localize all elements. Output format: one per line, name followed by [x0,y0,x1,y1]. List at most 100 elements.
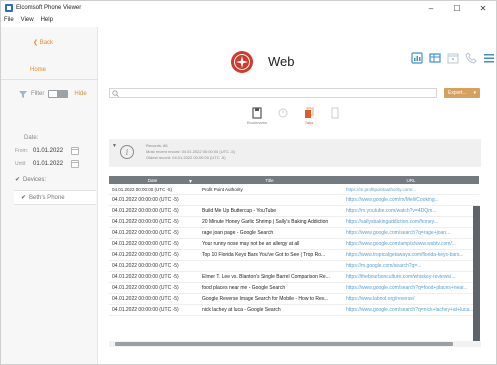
title-cell: Elmer T. Lee vs. Blanton's Single Barrel… [202,274,330,280]
title-cell: Profit Point Authority [202,186,243,192]
menu-list-icon[interactable] [483,52,495,64]
vertical-scrollbar[interactable] [473,206,480,341]
window-controls: – ☐ ✕ [418,1,496,15]
bookmark-icon [252,107,262,119]
home-link[interactable]: Home [30,67,46,73]
title-cell: 20 Minute Honey Garlic Shrimp | Sally's … [202,219,329,225]
title-bar: Elcomsoft Phone Viewer – ☐ ✕ [1,1,496,15]
date-cell: 04.01.2022 00:00:00 (UTC -5) [112,296,179,302]
date-title: Date: [24,135,39,141]
tabs-view-button[interactable]: Tabs [297,107,321,125]
until-date-field[interactable]: 01.01.2022 [33,161,71,167]
bookmarks-label: Bookmarks [246,120,267,125]
url-cell[interactable]: https://m.youtube.com/watch?v=4DQm... [343,208,479,214]
summary-text: Records: 86 Most recent record: 04.01.20… [146,143,235,161]
date-cell: 04.01.2022 00:00:00 (UTC -5) [112,230,179,236]
title-cell: rage joan page - Google Search [202,230,274,236]
table-row[interactable]: 04.01.2022 00:00:00 (UTC -5) Google Rever… [109,294,479,305]
menu-help[interactable]: Help [41,17,53,23]
table-row[interactable]: 04.01.2022 00:00:00 (UTC -5) 20 Minute Ho… [109,217,479,228]
filter-toggle[interactable] [48,90,69,98]
maximize-button[interactable]: ☐ [444,1,470,15]
menu-file[interactable]: File [4,17,14,23]
table-row[interactable]: 04.01.2022 00:00:00 (UTC -5) https://www.… [109,195,479,206]
horizontal-scrollbar-thumb[interactable] [115,342,453,346]
devices-label: Devices: [23,176,47,183]
search-input[interactable] [109,88,437,98]
until-date-row: Until: 01.01.2022 [15,160,79,168]
table-row[interactable]: 04.01.2022 00:00:00 (UTC -5) Profit Point… [109,184,479,195]
check-icon: ✔ [15,177,21,183]
date-cell: 04.01.2022 00:00:00 (UTC -5) [112,274,179,280]
tabs-icon [305,107,314,118]
from-date-field[interactable]: 01.01.2022 [33,148,71,154]
view-switcher: Bookmarks Tabs [245,107,349,125]
filter-row: Filter Hide [19,90,87,98]
menu-view[interactable]: View [21,17,34,23]
url-cell[interactable]: https://www.google.com/m/Meli/Cooking... [343,197,479,203]
bookmarks-view-button[interactable]: Bookmarks [245,107,269,125]
table-row[interactable]: 04.01.2022 00:00:00 (UTC -5) rage joan pa… [109,228,479,239]
sidebar-divider [1,79,98,80]
calendar-icon[interactable] [71,160,79,168]
url-cell[interactable]: https://m.google.com/search?q=... [343,263,479,269]
hide-filter-link[interactable]: Hide [74,91,86,97]
device-item[interactable]: ✔ Beth's Phone [21,194,65,202]
date-cell: 04.01.2022 00:00:00 (UTC -5) [112,219,179,225]
table-row[interactable]: 04.01.2022 00:00:00 (UTC -5) Your runny n… [109,239,479,250]
report-icon[interactable] [411,52,423,64]
date-cell: 04.01.2022 00:00:00 (UTC -5) [112,197,179,203]
export-button[interactable]: Export... ▾ [444,88,480,98]
minimize-button[interactable]: – [418,1,444,15]
collapse-chevron-icon[interactable]: ▼ [112,143,117,149]
url-cell[interactable]: https://sallysbakingaddiction.com/honey.… [343,219,479,225]
chevron-left-icon: ❮ [33,40,40,46]
chevron-down-icon: ▾ [473,90,476,96]
title-cell: Your runny nose may not be an allergy at… [202,241,300,247]
saved-view-button[interactable] [323,107,347,125]
url-cell[interactable]: https://www.tropicalgetaways.com/florida… [343,252,479,258]
back-link[interactable]: ❮ Back [33,39,53,46]
table-row[interactable]: 04.01.2022 00:00:00 (UTC -5) Build Me Up … [109,206,479,217]
title-cell: Google Reverse Image Search for Mobile -… [202,296,329,302]
summary-panel: ▼ i Records: 86 Most recent record: 04.0… [109,139,481,167]
filter-icon [19,90,27,98]
filter-label: Filter [31,91,45,97]
document-icon [331,107,339,119]
history-view-button[interactable] [271,107,295,125]
toggle-knob [49,91,58,97]
date-cell: 04.01.2022 00:00:00 (UTC -5) [112,186,173,192]
calendar-icon[interactable] [71,147,79,155]
until-label: Until: [15,161,27,167]
table-row[interactable]: 04.01.2022 00:00:00 (UTC -5) https://m.go… [109,261,479,272]
app-logo-icon [5,4,13,12]
close-button[interactable]: ✕ [470,1,496,15]
table-row[interactable]: 04.01.2022 00:00:00 (UTC -5) Elmer T. Lee… [109,272,479,283]
tabs-label: Tabs [304,120,314,125]
devices-checkbox-row[interactable]: ✔ Devices: [15,176,47,184]
toolbar [411,52,497,64]
url-cell[interactable]: https://www.labnol.org/reverse/ [343,296,479,302]
date-cell: 04.01.2022 00:00:00 (UTC -5) [112,208,179,214]
url-cell[interactable]: https://thebourbonculture.com/whiskey-re… [343,274,479,280]
table-header: Date ▼ Title URL [109,176,479,185]
title-cell: Top 10 Florida Keys Bars You've Got to S… [202,252,326,258]
column-header-date[interactable]: Date ▼ [109,178,196,185]
device-name: Beth's Phone [29,194,65,201]
url-cell[interactable]: https://www.google.com/amp/s/www.wsbtv.c… [343,241,479,247]
phone-icon[interactable] [465,52,477,64]
table-row[interactable]: 04.01.2022 00:00:00 (UTC -5) nick lachey … [109,305,479,316]
table-row[interactable]: 04.01.2022 00:00:00 (UTC -5) food places … [109,283,479,294]
export-table-icon[interactable] [429,52,441,64]
column-header-url[interactable]: URL [343,178,479,183]
url-cell[interactable]: https://www.google.com/search?q=food+pla… [343,285,479,291]
url-cell[interactable]: https://www.google.com/search?q=nick+lac… [343,307,479,313]
date-cell: 04.01.2022 00:00:00 (UTC -5) [112,241,179,247]
url-cell[interactable]: https://m.profitpointauthority.com/... [343,187,479,192]
from-date-row: From: 01.01.2022 [15,147,79,155]
column-header-title[interactable]: Title [196,178,343,183]
page-title: Web [268,54,295,69]
calendar-view-icon[interactable] [447,52,459,64]
url-cell[interactable]: https://www.google.com/search?q=rage+joa… [343,230,479,236]
table-row[interactable]: 04.01.2022 00:00:00 (UTC -5) Top 10 Flori… [109,250,479,261]
